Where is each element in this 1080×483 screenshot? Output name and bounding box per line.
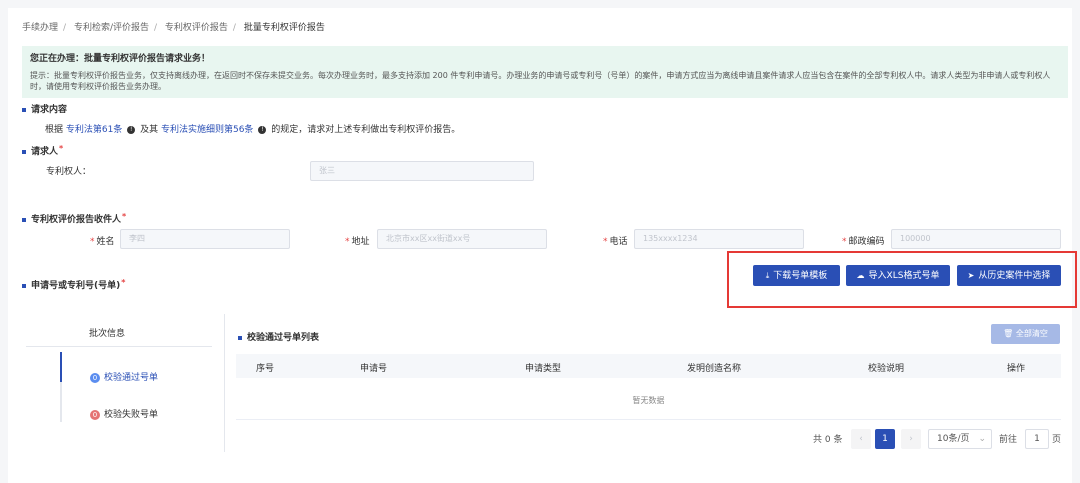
request-basis-text: 根据 专利法第61条 ! 及其 专利法实施细则第56条 ! 的规定，请求对上述专… xyxy=(45,125,461,135)
chevron-down-icon: ⌄ xyxy=(978,434,986,444)
page-unit-label: 页 xyxy=(1052,435,1062,445)
section-dot xyxy=(22,149,26,154)
prev-page-button[interactable]: ‹ xyxy=(851,429,871,449)
batch-timeline xyxy=(60,352,62,422)
cloud-upload-icon: ☁ xyxy=(856,271,865,280)
goto-page-input[interactable]: 1 xyxy=(1025,429,1049,449)
address-label: * 地址 xyxy=(345,237,370,247)
notice-panel: 您正在办理：批量专利权评价报告请求业务！ 提示：批量专利权评价报告业务，仅支持离… xyxy=(22,46,1068,98)
section-recipient: 专利权评价报告收件人* xyxy=(22,212,126,225)
column-header: 序号 xyxy=(256,364,275,374)
divider xyxy=(224,314,225,452)
goto-label: 前往 xyxy=(999,435,1018,445)
info-icon[interactable]: ! xyxy=(258,125,267,134)
passed-list-title: 校验通过号单列表 xyxy=(238,330,319,343)
passed-count-badge: 0 xyxy=(90,372,100,383)
column-header: 操作 xyxy=(1007,364,1026,374)
recipient-address-input[interactable]: 北京市xx区xx街道xx号 xyxy=(377,229,547,249)
pagination-total: 共 0 条 xyxy=(813,435,843,445)
page-number-current[interactable]: 1 xyxy=(875,429,895,449)
clear-all-button[interactable]: 🗑 全部清空 xyxy=(991,324,1060,344)
breadcrumb-item-3[interactable]: 专利权评价报告 xyxy=(165,23,228,33)
patentee-input[interactable]: 张三 xyxy=(310,161,534,181)
breadcrumb-current: 批量专利权评价报告 xyxy=(243,23,325,33)
section-request-content: 请求内容 xyxy=(22,102,67,115)
section-dot xyxy=(22,283,26,288)
required-mark: * xyxy=(121,278,126,287)
section-dot xyxy=(22,107,26,112)
required-mark: * xyxy=(122,212,127,221)
empty-placeholder: 暂无数据 xyxy=(236,378,1061,420)
download-template-button[interactable]: ⤓ 下载号单模板 xyxy=(753,265,840,286)
download-icon: ⤓ xyxy=(765,271,770,280)
column-header: 发明创造名称 xyxy=(687,364,742,374)
page-container: 手续办理 / 专利检索/评价报告 / 专利权评价报告 / 批量专利权评价报告 您正在办… xyxy=(8,8,1077,483)
breadcrumb-item-1[interactable]: 手续办理 xyxy=(22,23,58,33)
patentee-label: 专利权人： xyxy=(46,167,92,177)
table-header: 序号 申请号 申请类型 发明创造名称 校验说明 操作 xyxy=(236,354,1061,378)
name-label: * 姓名 xyxy=(90,237,115,247)
info-icon[interactable]: ! xyxy=(127,125,136,134)
column-header: 校验说明 xyxy=(868,364,905,374)
batch-info-title: 批次信息 xyxy=(88,329,125,339)
notice-body: 提示：批量专利权评价报告业务，仅支持离线办理，在返回时不保存未提交业务。每次办理… xyxy=(30,71,1051,91)
column-header: 申请号 xyxy=(360,364,388,374)
required-mark: * xyxy=(59,144,64,153)
failed-count-badge: 0 xyxy=(90,409,100,420)
phone-label: * 电话 xyxy=(603,237,628,247)
patent-law-61-link[interactable]: 专利法第61条 xyxy=(66,125,122,135)
import-xls-button[interactable]: ☁ 导入XLS格式号单 xyxy=(846,265,950,286)
batch-failed-item[interactable]: 0 校验失败号单 xyxy=(90,407,158,420)
select-history-button[interactable]: ➤ 从历史案件中选择 xyxy=(957,265,1061,286)
section-requester: 请求人* xyxy=(22,144,63,157)
notice-title: 您正在办理：批量专利权评价报告请求业务！ xyxy=(30,54,211,64)
section-numbers: 申请号或专利号(号单)* xyxy=(22,278,125,291)
page-size-select[interactable]: 10条/页 ⌄ xyxy=(928,429,992,449)
column-header: 申请类型 xyxy=(525,364,562,374)
next-page-button[interactable]: › xyxy=(901,429,921,449)
send-icon: ➤ xyxy=(967,271,975,280)
trash-icon: 🗑 xyxy=(1003,329,1014,338)
recipient-phone-input[interactable]: 135xxxx1234 xyxy=(634,229,804,249)
breadcrumb-item-2[interactable]: 专利检索/评价报告 xyxy=(74,23,149,33)
divider xyxy=(26,346,212,347)
recipient-name-input[interactable]: 李四 xyxy=(120,229,290,249)
implementing-rules-56-link[interactable]: 专利法实施细则第56条 xyxy=(161,125,253,135)
batch-passed-item[interactable]: 0 校验通过号单 xyxy=(90,370,158,383)
postcode-label: * 邮政编码 xyxy=(842,237,885,247)
section-dot xyxy=(22,217,26,222)
breadcrumb: 手续办理 / 专利检索/评价报告 / 专利权评价报告 / 批量专利权评价报告 xyxy=(22,23,325,33)
recipient-postcode-input[interactable]: 100000 xyxy=(891,229,1061,249)
section-dot xyxy=(238,335,242,340)
